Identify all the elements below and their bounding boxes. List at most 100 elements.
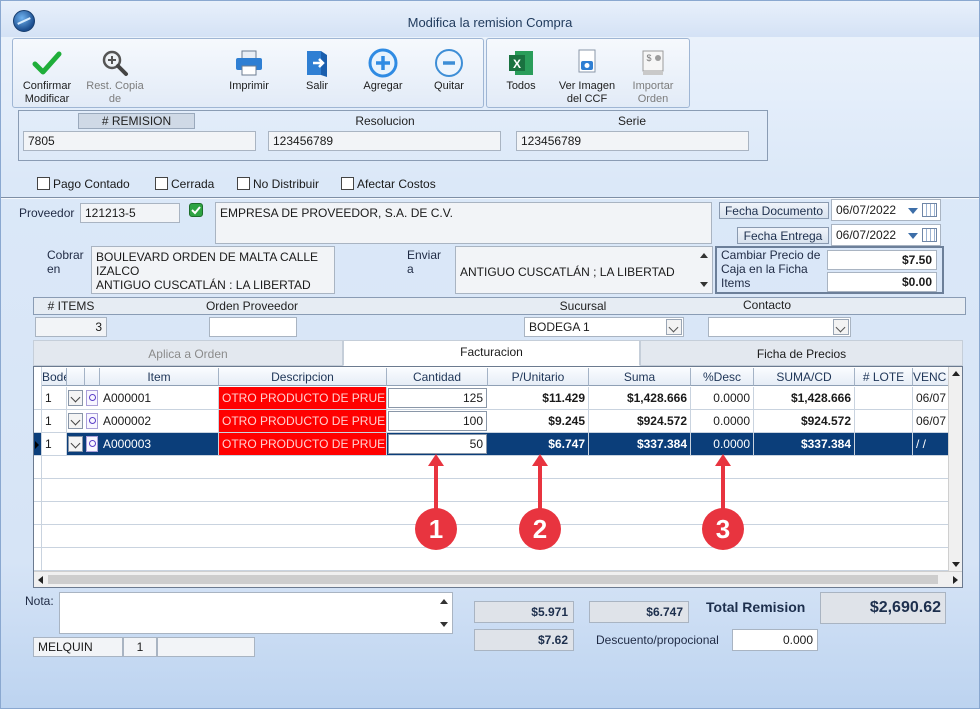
import-order-button[interactable]: $ Importar Orden — [621, 39, 685, 107]
table-row[interactable]: 1 A000002 OTRO PRODUCTO DE PRUEBA 100 $9… — [34, 410, 949, 433]
print-button[interactable]: Imprimir — [217, 39, 281, 107]
cell-bodega[interactable]: 1 — [42, 387, 67, 409]
provider-ok-icon[interactable] — [189, 203, 203, 217]
sucursal-select[interactable]: BODEGA 1 — [524, 317, 684, 337]
chevron-down-icon[interactable] — [68, 390, 83, 406]
cell-venc[interactable]: 06/07 — [913, 410, 949, 432]
cell-venc[interactable]: / / — [913, 433, 949, 455]
cobrar-address-field[interactable]: BOULEVARD ORDEN DE MALTA CALLE IZALCO AN… — [91, 246, 335, 294]
col-header-blank — [67, 368, 85, 386]
col-header-bodega[interactable]: Bodega — [42, 368, 67, 386]
all-button[interactable]: X Todos — [489, 39, 553, 107]
proveedor-code-field[interactable]: 121213-5 — [80, 203, 180, 223]
pago-contado-checkbox[interactable]: Pago Contado — [37, 177, 130, 193]
cell-item[interactable]: A000002 — [100, 410, 219, 432]
scroll-up-icon[interactable] — [952, 371, 960, 376]
enviar-scrollbar[interactable] — [697, 248, 711, 292]
cell-desc[interactable]: 0.0000 — [691, 433, 754, 455]
cell-lote[interactable] — [855, 387, 913, 409]
chevron-down-icon[interactable] — [68, 413, 83, 429]
scroll-down-icon[interactable] — [952, 562, 960, 567]
cell-suma[interactable]: $337.384 — [589, 433, 691, 455]
items-grid[interactable]: Bodega Item Descripcion Cantidad P/Unita… — [33, 366, 963, 588]
cell-suma[interactable]: $924.572 — [589, 410, 691, 432]
cell-descripcion[interactable]: OTRO PRODUCTO DE PRUEBA — [219, 410, 387, 432]
restore-copy-button[interactable]: Rest. Copia de — [83, 39, 147, 107]
proveedor-name-field[interactable]: EMPRESA DE PROVEEDOR, S.A. DE C.V. — [215, 202, 712, 244]
cell-item[interactable]: A000003 — [100, 433, 219, 455]
search-icon[interactable] — [86, 390, 98, 406]
chevron-down-icon[interactable] — [666, 319, 682, 335]
add-button[interactable]: Agregar — [351, 39, 415, 107]
enviar-address-field[interactable]: ANTIGUO CUSCATLÁN ; LA LIBERTAD — [455, 246, 713, 294]
col-header-cantidad[interactable]: Cantidad — [387, 368, 488, 386]
cerrada-label: Cerrada — [171, 177, 215, 191]
cell-suma[interactable]: $1,428.666 — [589, 387, 691, 409]
empty-row — [34, 525, 948, 548]
exit-button[interactable]: Salir — [285, 39, 349, 107]
price-field-1[interactable]: $7.50 — [827, 250, 937, 270]
remove-button[interactable]: Quitar — [417, 39, 481, 107]
col-header-descripcion[interactable]: Descripcion — [219, 368, 387, 386]
cell-sumacd[interactable]: $337.384 — [754, 433, 855, 455]
tab-facturacion[interactable]: Facturacion — [343, 340, 640, 366]
grid-vertical-scrollbar[interactable] — [948, 367, 962, 571]
orden-proveedor-field[interactable] — [209, 317, 297, 337]
cell-sumacd[interactable]: $924.572 — [754, 410, 855, 432]
cell-desc[interactable]: 0.0000 — [691, 387, 754, 409]
cell-lote[interactable] — [855, 410, 913, 432]
remision-field[interactable]: 7805 — [23, 131, 256, 151]
cell-descripcion[interactable]: OTRO PRODUCTO DE PRUEBA — [219, 433, 387, 455]
search-icon[interactable] — [86, 436, 98, 452]
cell-unitario[interactable]: $9.245 — [488, 410, 589, 432]
scroll-right-icon[interactable] — [953, 576, 958, 584]
view-image-button[interactable]: Ver Imagen del CCF — [555, 39, 619, 107]
cerrada-checkbox[interactable]: Cerrada — [155, 177, 214, 193]
cell-venc[interactable]: 06/07 — [913, 387, 949, 409]
tab-ficha-precios[interactable]: Ficha de Precios — [640, 340, 963, 366]
fecha-entrega-picker[interactable]: 06/07/2022 — [831, 224, 941, 246]
scroll-left-icon[interactable] — [38, 576, 43, 584]
col-header-sumacd[interactable]: SUMA/CD — [754, 368, 855, 386]
serie-field[interactable]: 123456789 — [516, 131, 749, 151]
calendar-icon[interactable] — [922, 228, 937, 242]
resolucion-field[interactable]: 123456789 — [268, 131, 501, 151]
cell-desc[interactable]: 0.0000 — [691, 410, 754, 432]
cell-unitario[interactable]: $11.429 — [488, 387, 589, 409]
grid-horizontal-scrollbar[interactable] — [34, 571, 962, 587]
table-row[interactable]: 1 A000001 OTRO PRODUCTO DE PRUEBA 125 $1… — [34, 387, 949, 410]
descuento-field[interactable]: 0.000 — [732, 629, 818, 651]
col-header-venc[interactable]: VENC — [913, 368, 949, 386]
fecha-documento-picker[interactable]: 06/07/2022 — [831, 199, 941, 221]
cell-cantidad[interactable]: 100 — [388, 411, 487, 431]
col-header-suma[interactable]: Suma — [589, 368, 691, 386]
nota-scrollbar[interactable] — [437, 594, 451, 632]
cell-item[interactable]: A000001 — [100, 387, 219, 409]
cell-cantidad[interactable]: 50 — [388, 434, 487, 454]
col-header-desc[interactable]: %Desc — [691, 368, 754, 386]
cell-bodega[interactable]: 1 — [42, 410, 67, 432]
confirm-button[interactable]: Confirmar Modificar — [15, 39, 79, 107]
col-header-unitario[interactable]: P/Unitario — [488, 368, 589, 386]
cell-unitario[interactable]: $6.747 — [488, 433, 589, 455]
no-distribuir-checkbox[interactable]: No Distribuir — [237, 177, 319, 193]
col-header-item[interactable]: Item — [100, 368, 219, 386]
afectar-costos-checkbox[interactable]: Afectar Costos — [341, 177, 436, 193]
cell-descripcion[interactable]: OTRO PRODUCTO DE PRUEBA — [219, 387, 387, 409]
search-icon[interactable] — [86, 413, 98, 429]
nota-field[interactable] — [59, 592, 453, 634]
scroll-thumb[interactable] — [48, 575, 938, 584]
tab-aplica-orden[interactable]: Aplica a Orden — [33, 340, 343, 366]
chevron-down-icon[interactable] — [68, 436, 83, 452]
price-field-2[interactable]: $0.00 — [827, 272, 937, 292]
printer-icon — [236, 50, 262, 76]
calendar-icon[interactable] — [922, 203, 937, 217]
cell-lote[interactable] — [855, 433, 913, 455]
chevron-down-icon[interactable] — [833, 319, 849, 335]
contacto-select[interactable] — [708, 317, 851, 337]
cell-bodega[interactable]: 1 — [42, 433, 67, 455]
cell-cantidad[interactable]: 125 — [388, 388, 487, 408]
col-header-lote[interactable]: # LOTE — [855, 368, 913, 386]
cell-sumacd[interactable]: $1,428.666 — [754, 387, 855, 409]
table-row-selected[interactable]: 1 A000003 OTRO PRODUCTO DE PRUEBA 50 $6.… — [34, 433, 949, 456]
